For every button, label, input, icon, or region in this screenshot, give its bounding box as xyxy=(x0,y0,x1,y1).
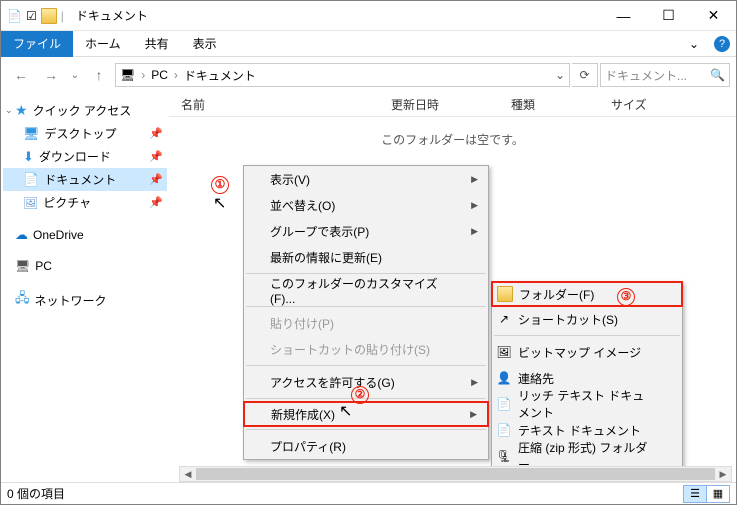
nav-recent-button[interactable]: ⌄ xyxy=(67,62,83,88)
address-bar-row: ← → ⌄ ↑ 🖥 › PC › ドキュメント ⌄ ⟳ ドキュメント... 🔍 xyxy=(1,57,736,93)
annotation-1: ① xyxy=(211,175,229,194)
qat-prop-icon[interactable]: ☑ xyxy=(26,9,37,23)
nav-back-button[interactable]: ← xyxy=(7,62,35,88)
contact-icon: 👤 xyxy=(496,370,512,386)
menu-new[interactable]: 新規作成(X) xyxy=(243,401,489,427)
ribbon-tabs: ファイル ホーム 共有 表示 ⌄ ? xyxy=(1,31,736,57)
menu-group[interactable]: グループで表示(P) xyxy=(244,218,488,244)
pin-icon: 📌 xyxy=(149,196,163,209)
qat-separator: | xyxy=(61,9,64,23)
qat-folder-icon[interactable] xyxy=(41,8,57,24)
navigation-pane: ⌄★クイック アクセス 🖥デスクトップ📌 ⬇ダウンロード📌 📄ドキュメント📌 🖼… xyxy=(1,93,169,482)
context-menu-main: 表示(V) 並べ替え(O) グループで表示(P) 最新の情報に更新(E) このフ… xyxy=(243,165,489,460)
pc-icon: 🖥 xyxy=(120,68,135,82)
app-icon: 📄 xyxy=(7,9,22,23)
address-dropdown[interactable]: ⌄ xyxy=(555,68,565,82)
nav-network[interactable]: 🖧ネットワーク xyxy=(3,286,167,314)
maximize-button[interactable]: ☐ xyxy=(646,1,691,31)
pin-icon: 📌 xyxy=(149,127,163,140)
tab-file[interactable]: ファイル xyxy=(1,31,73,57)
network-icon: 🖧 xyxy=(15,289,30,311)
nav-forward-button[interactable]: → xyxy=(37,62,65,88)
menu-refresh[interactable]: 最新の情報に更新(E) xyxy=(244,244,488,270)
col-size[interactable]: サイズ xyxy=(611,96,647,113)
col-name[interactable]: 名前 xyxy=(181,96,391,113)
annotation-2: ② xyxy=(351,385,369,404)
tab-share[interactable]: 共有 xyxy=(133,31,181,57)
search-box[interactable]: ドキュメント... 🔍 xyxy=(600,63,730,87)
nav-downloads[interactable]: ⬇ダウンロード📌 xyxy=(3,145,167,168)
zip-icon: 🗜 xyxy=(496,448,512,464)
search-placeholder: ドキュメント... xyxy=(605,67,687,84)
crumb-pc[interactable]: PC xyxy=(151,68,168,82)
menu-properties[interactable]: プロパティ(R) xyxy=(244,433,488,459)
menu-new-rtf[interactable]: 📄リッチ テキスト ドキュメント xyxy=(492,391,682,417)
rtf-icon: 📄 xyxy=(496,396,512,412)
context-menu-new: フォルダー(F) ↗ショートカット(S) 🖼ビットマップ イメージ 👤連絡先 📄… xyxy=(491,281,683,470)
nav-quick-access[interactable]: ⌄★クイック アクセス xyxy=(3,99,167,122)
refresh-button[interactable]: ⟳ xyxy=(572,63,598,87)
tab-view[interactable]: 表示 xyxy=(181,31,229,57)
documents-icon: 📄 xyxy=(23,172,39,188)
close-button[interactable]: ✕ xyxy=(691,1,736,31)
view-details-button[interactable]: ☰ xyxy=(683,485,707,503)
menu-new-bitmap[interactable]: 🖼ビットマップ イメージ xyxy=(492,339,682,365)
folder-icon xyxy=(497,286,513,302)
tab-home[interactable]: ホーム xyxy=(73,31,133,57)
title-bar: 📄 ☑ | ドキュメント — ☐ ✕ xyxy=(1,1,736,31)
nav-pc[interactable]: 🖥PC xyxy=(3,256,167,276)
shortcut-icon: ↗ xyxy=(496,311,512,327)
menu-paste: 貼り付け(P) xyxy=(244,310,488,336)
scroll-left-button[interactable]: ◀ xyxy=(180,467,196,481)
column-headers: 名前 更新日時 種類 サイズ xyxy=(169,93,736,117)
nav-pictures[interactable]: 🖼ピクチャ📌 xyxy=(3,191,167,214)
onedrive-icon: ☁ xyxy=(15,227,28,243)
pc-tree-icon: 🖥 xyxy=(15,259,30,273)
scroll-thumb[interactable] xyxy=(196,468,715,480)
nav-onedrive[interactable]: ☁OneDrive xyxy=(3,224,167,246)
window-title: ドキュメント xyxy=(70,7,148,24)
minimize-button[interactable]: — xyxy=(601,1,646,31)
pin-icon: 📌 xyxy=(149,150,163,163)
menu-paste-shortcut: ショートカットの貼り付け(S) xyxy=(244,336,488,362)
menu-customize[interactable]: このフォルダーのカスタマイズ(F)... xyxy=(244,277,488,303)
status-item-count: 0 個の項目 xyxy=(7,485,65,502)
nav-up-button[interactable]: ↑ xyxy=(85,62,113,88)
annotation-3: ③ xyxy=(617,287,635,306)
menu-sort[interactable]: 並べ替え(O) xyxy=(244,192,488,218)
status-bar: 0 個の項目 ☰ ▦ xyxy=(1,482,736,504)
col-type[interactable]: 種類 xyxy=(511,96,611,113)
search-icon: 🔍 xyxy=(710,68,725,82)
col-date[interactable]: 更新日時 xyxy=(391,96,511,113)
nav-documents[interactable]: 📄ドキュメント📌 xyxy=(3,168,167,191)
menu-new-folder[interactable]: フォルダー(F) xyxy=(491,281,683,307)
bitmap-icon: 🖼 xyxy=(496,344,512,360)
scroll-right-button[interactable]: ▶ xyxy=(715,467,731,481)
crumb-documents[interactable]: ドキュメント xyxy=(184,67,256,84)
menu-new-shortcut[interactable]: ↗ショートカット(S) xyxy=(492,306,682,332)
expand-ribbon-button[interactable]: ⌄ xyxy=(680,31,708,57)
horizontal-scrollbar[interactable]: ◀ ▶ xyxy=(179,466,732,482)
txt-icon: 📄 xyxy=(496,422,512,438)
menu-view[interactable]: 表示(V) xyxy=(244,166,488,192)
pin-icon: 📌 xyxy=(149,173,163,186)
download-icon: ⬇ xyxy=(23,149,34,165)
help-button[interactable]: ? xyxy=(708,31,736,57)
nav-desktop[interactable]: 🖥デスクトップ📌 xyxy=(3,122,167,145)
pictures-icon: 🖼 xyxy=(23,196,38,210)
empty-folder-message: このフォルダーは空です。 xyxy=(169,117,736,148)
view-icons-button[interactable]: ▦ xyxy=(706,485,730,503)
star-icon: ★ xyxy=(15,102,28,119)
address-bar[interactable]: 🖥 › PC › ドキュメント ⌄ xyxy=(115,63,570,87)
desktop-icon: 🖥 xyxy=(23,126,40,142)
